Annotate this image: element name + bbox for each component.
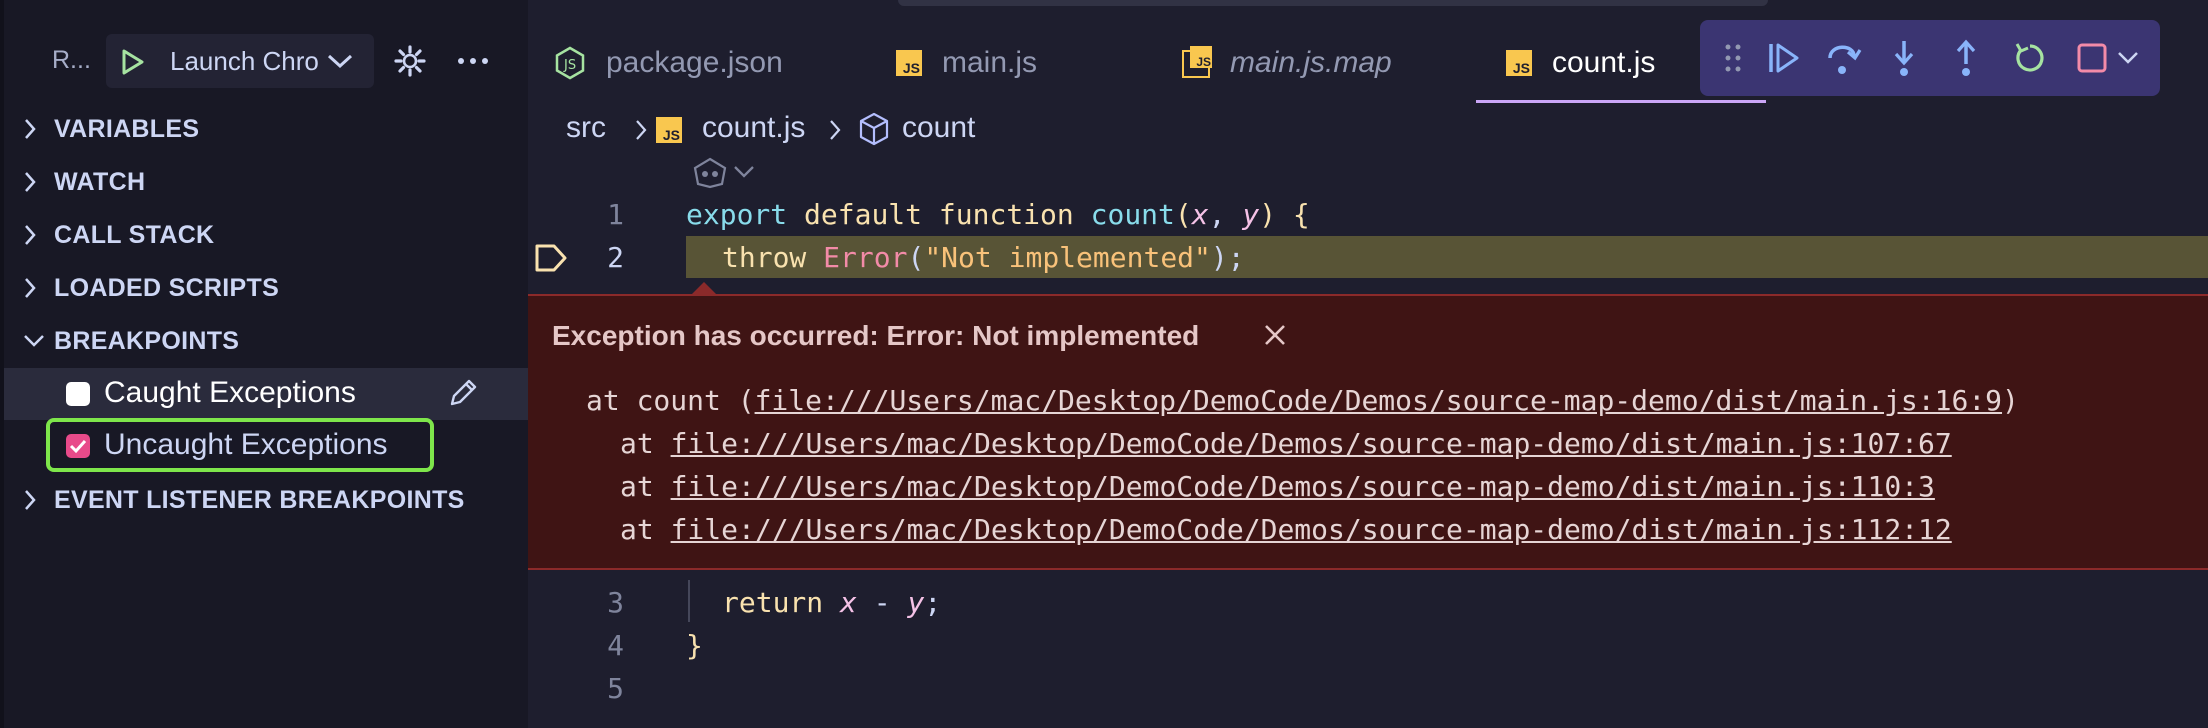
tab-label: main.js [942,46,1038,79]
close-icon[interactable] [1262,322,1288,348]
section-call-stack[interactable]: CALL STACK [22,216,522,256]
focus-highlight-box [46,418,434,472]
js-file-icon: JS [656,117,682,143]
stack-link[interactable]: file:///Users/mac/Desktop/DemoCode/Demos… [671,427,1952,460]
chevron-right-icon [25,278,36,298]
gear-icon[interactable] [393,44,427,78]
launch-config-label: Launch Chrome [170,46,320,76]
section-event-listener-breakpoints[interactable]: EVENT LISTENER BREAKPOINTS [22,481,522,521]
chevron-down-icon [24,335,44,347]
code-line-4: } [686,629,703,662]
section-label: EVENT LISTENER BREAKPOINTS [54,486,465,514]
line-number: 4 [607,629,624,662]
exception-pointer [690,282,718,296]
stack-link[interactable]: file:///Users/mac/Desktop/DemoCode/Demos… [671,470,1935,503]
breadcrumb-symbol[interactable]: count [902,111,975,145]
run-debug-title: R... [52,46,91,74]
step-over-icon[interactable] [1824,38,1862,78]
stack-prefix: at count ( [586,384,755,417]
continue-icon[interactable] [1766,40,1802,76]
stack-at: at [620,427,654,460]
line-number: 3 [607,586,624,619]
js-map-file-icon: JS [1182,46,1212,78]
section-breakpoints[interactable]: BREAKPOINTS [22,322,522,362]
code-line-3: return x - y; [722,586,942,619]
chevron-down-icon[interactable] [732,164,756,180]
active-tab-indicator [1476,100,1766,103]
more-actions-icon[interactable] [456,56,490,66]
tab-package-json[interactable]: JS package.json [550,28,820,98]
breadcrumb-file[interactable]: count.js [702,111,805,145]
section-loaded-scripts[interactable]: LOADED SCRIPTS [22,269,522,309]
stack-frame-2: at file:///Users/mac/Desktop/DemoCode/De… [620,427,1952,460]
stack-at: at [620,513,654,546]
chevron-down-icon[interactable] [2116,50,2140,66]
drag-handle-icon[interactable] [1724,42,1742,74]
section-watch[interactable]: WATCH [22,163,522,203]
edit-pencil-icon[interactable] [446,376,480,410]
tab-label: package.json [606,46,783,79]
section-label: CALL STACK [54,221,215,249]
code-line-2: throw Error("Not implemented"); [722,241,1245,274]
line-number: 1 [607,198,624,231]
command-center[interactable] [898,0,1768,6]
chevron-right-icon [25,490,36,510]
chevron-right-icon [25,119,36,139]
step-out-icon[interactable] [1950,38,1982,78]
stack-at: at [620,470,654,503]
section-variables[interactable]: VARIABLES [22,110,522,150]
tab-main-js[interactable]: JS main.js [892,28,1092,98]
tab-main-js-map[interactable]: JS main.js.map [1180,28,1440,98]
tab-label: count.js [1552,46,1656,79]
step-into-icon[interactable] [1888,38,1920,78]
section-label: BREAKPOINTS [54,327,240,355]
chevron-right-icon [25,172,36,192]
stack-frame-4: at file:///Users/mac/Desktop/DemoCode/De… [620,513,1952,546]
stack-suffix: ) [2002,384,2019,417]
js-file-icon: JS [896,50,922,76]
debug-stackframe-icon [535,244,567,272]
chevron-right-icon [25,225,36,245]
caught-exceptions-label: Caught Exceptions [104,376,356,409]
section-label: LOADED SCRIPTS [54,274,280,302]
section-label: VARIABLES [54,115,200,143]
cube-symbol-icon [859,112,889,146]
svg-text:JS: JS [563,58,576,73]
activity-bar-edge [0,0,4,728]
stack-frame-1: at count (file:///Users/mac/Desktop/Demo… [586,384,2019,417]
stop-icon[interactable] [2076,42,2108,74]
copilot-icon[interactable] [690,156,730,190]
breakpoint-caught-exceptions[interactable]: Caught Exceptions [4,368,528,420]
code-line-1: export default function count(x, y) { [686,198,1310,231]
chevron-right-icon [636,120,647,140]
debug-toolbar [1700,20,2160,96]
chevron-down-icon[interactable] [326,52,354,70]
line-number: 2 [607,241,624,274]
start-debugging-icon[interactable] [120,48,146,76]
nodejs-icon: JS [555,46,585,80]
caught-exceptions-checkbox[interactable] [66,382,90,406]
stack-link[interactable]: file:///Users/mac/Desktop/DemoCode/Demos… [755,384,2002,417]
js-file-icon: JS [1506,50,1532,76]
tab-label: main.js.map [1230,46,1392,79]
exception-title: Exception has occurred: Error: Not imple… [552,320,1200,351]
stack-frame-3: at file:///Users/mac/Desktop/DemoCode/De… [620,470,1935,503]
indent-guide [688,580,690,622]
section-label: WATCH [54,168,146,196]
chevron-right-icon [830,120,841,140]
stack-link[interactable]: file:///Users/mac/Desktop/DemoCode/Demos… [671,513,1952,546]
breadcrumb-folder[interactable]: src [566,111,606,145]
line-number: 5 [607,672,624,705]
restart-icon[interactable] [2012,40,2048,76]
